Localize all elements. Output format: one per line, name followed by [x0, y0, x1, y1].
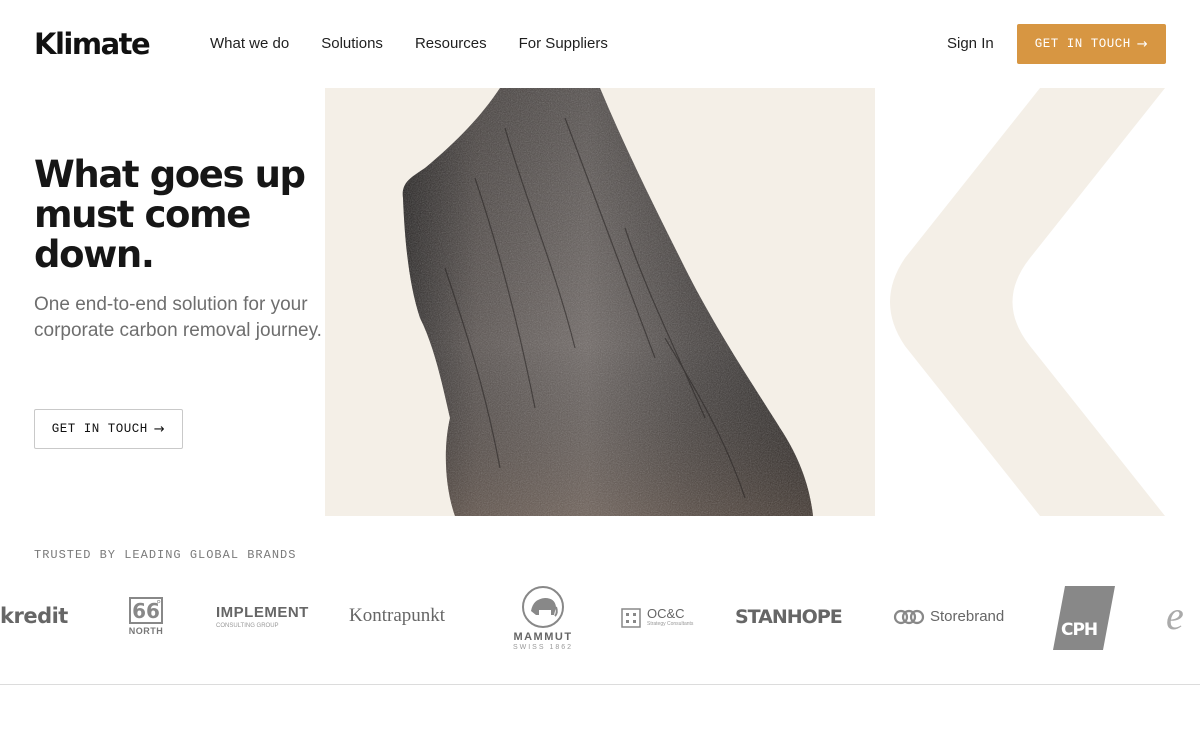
storebrand-text: Storebrand	[930, 608, 1005, 625]
hero-headline: What goes up must come down.	[34, 153, 306, 276]
get-in-touch-nav-button[interactable]: GET IN TOUCH →	[1017, 24, 1166, 64]
occ-grid-icon	[621, 607, 641, 628]
charcoal-biochar-image	[325, 88, 875, 516]
klimate-logo[interactable]: Klimate	[34, 26, 151, 62]
storebrand-rings-icon	[893, 609, 925, 624]
top-nav: Klimate What we do Solutions Resources F…	[0, 0, 1200, 88]
kontrapunkt-logo: Kontrapunkt	[349, 605, 446, 626]
kredit-logo: kredit	[0, 604, 68, 628]
mammut-logo: MAMMUT SWISS 1862	[508, 585, 578, 652]
arrow-right-icon: →	[153, 421, 166, 437]
66-north-degree: °	[156, 597, 161, 611]
partial-brand-logo: e	[1166, 593, 1184, 638]
mammut-title: MAMMUT	[513, 631, 573, 643]
nav-link-resources[interactable]: Resources	[415, 34, 487, 54]
arrow-right-icon: →	[1136, 36, 1149, 52]
sign-in-link[interactable]: Sign In	[947, 34, 994, 54]
cph-parallelogram-icon	[1053, 586, 1115, 650]
mammut-subtitle: SWISS 1862	[512, 644, 574, 651]
get-in-touch-nav-label: GET IN TOUCH	[1034, 37, 1131, 51]
trusted-by-label: TRUSTED BY LEADING GLOBAL BRANDS	[34, 548, 297, 562]
mammoth-icon	[522, 586, 564, 628]
klimate-k-chevron-icon	[875, 88, 1165, 516]
stanhope-logo: STANHOPE	[735, 606, 843, 628]
implement-logo: IMPLEMENT CONSULTING GROUP	[216, 605, 309, 631]
66-north-logo: 66 ° NORTH	[126, 597, 166, 641]
hero-subhead: One end-to-end solution for your corpora…	[34, 294, 322, 341]
nav-links: What we do Solutions Resources For Suppl…	[210, 34, 640, 54]
nav-link-for-suppliers[interactable]: For Suppliers	[519, 34, 608, 54]
get-in-touch-hero-label: GET IN TOUCH	[51, 422, 148, 436]
section-divider	[0, 684, 1200, 685]
occ-subtitle: Strategy Consultants	[647, 621, 694, 627]
nav-link-solutions[interactable]: Solutions	[321, 34, 383, 54]
occ-title: OC&C	[647, 606, 685, 621]
nav-link-what-we-do[interactable]: What we do	[210, 34, 289, 54]
66-north-text: NORTH	[128, 626, 164, 636]
cph-text: CPH	[1061, 620, 1098, 640]
implement-subtitle: CONSULTING GROUP	[216, 623, 279, 629]
charcoal-illustration	[402, 88, 814, 516]
brand-logo-strip: kredit 66 ° NORTH IMPLEMENT CONSULTING GR…	[0, 580, 1200, 660]
cph-logo: CPH	[1053, 586, 1117, 650]
implement-title: IMPLEMENT	[216, 604, 309, 621]
k-chevron-shape	[890, 88, 1165, 516]
storebrand-logo: Storebrand	[893, 608, 1004, 625]
get-in-touch-hero-button[interactable]: GET IN TOUCH →	[34, 409, 183, 449]
occ-logo: OC&C Strategy Consultants	[621, 607, 693, 628]
